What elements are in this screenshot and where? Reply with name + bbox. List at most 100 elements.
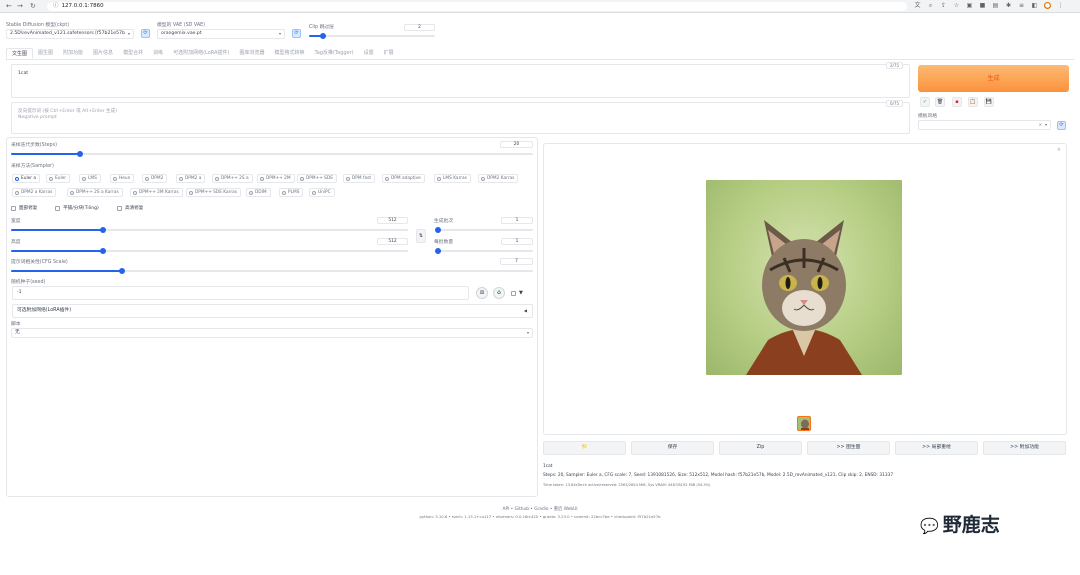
slider-thumb[interactable] bbox=[320, 33, 326, 39]
extension-icon[interactable]: ▣ bbox=[966, 2, 973, 9]
sampler-radio[interactable]: DPM++ 2M Karras bbox=[130, 188, 183, 197]
close-icon[interactable]: × bbox=[1057, 147, 1061, 153]
tiling-checkbox[interactable]: 平铺/分块(Tiling) bbox=[55, 205, 99, 211]
radio-dot[interactable] bbox=[15, 176, 19, 181]
generated-image[interactable] bbox=[706, 180, 902, 375]
slider-thumb[interactable] bbox=[435, 227, 441, 233]
checkpoint-select[interactable]: 2.5D\revAnimated_v121.safetensors [f57b2… bbox=[6, 29, 134, 39]
radio-dot[interactable] bbox=[145, 176, 149, 181]
radio-dot[interactable] bbox=[179, 176, 183, 181]
generate-button[interactable]: 生成 bbox=[918, 65, 1069, 92]
style-select[interactable]: × ▾ bbox=[918, 120, 1051, 130]
send-to-extras-button[interactable]: >> 附加功能 bbox=[983, 441, 1066, 455]
tab-6[interactable]: 可选附加网络(LoRA插件) bbox=[168, 48, 234, 59]
radio-dot[interactable] bbox=[189, 190, 193, 195]
height-number[interactable]: 512 bbox=[377, 238, 408, 245]
batch-count-slider[interactable] bbox=[435, 227, 533, 233]
tab-11[interactable]: 扩展 bbox=[379, 48, 399, 59]
address-bar[interactable]: ⓘ 127.0.0.1:7860 bbox=[47, 2, 907, 11]
extension-icon[interactable]: ▤ bbox=[992, 2, 999, 9]
radio-dot[interactable] bbox=[215, 176, 219, 181]
cfg-number[interactable]: 7 bbox=[500, 258, 533, 265]
tab-9[interactable]: Tag反推(Tagger) bbox=[309, 48, 358, 59]
radio-dot[interactable] bbox=[82, 176, 86, 181]
radio-dot[interactable] bbox=[260, 176, 264, 181]
sampler-radio[interactable]: DPM fast bbox=[343, 174, 376, 183]
gallery-thumbnail[interactable] bbox=[797, 416, 811, 431]
random-seed-button[interactable]: ⚄ bbox=[476, 287, 488, 299]
reuse-seed-button[interactable]: ♻ bbox=[493, 287, 505, 299]
open-folder-button[interactable]: 📁 bbox=[543, 441, 626, 455]
radio-dot[interactable] bbox=[481, 176, 485, 181]
sampler-radio[interactable]: UniPC bbox=[309, 188, 335, 197]
restore-faces-checkbox[interactable]: 面部修复 bbox=[11, 205, 37, 211]
radio-dot[interactable] bbox=[282, 190, 286, 195]
send-to-inpaint-button[interactable]: >> 局部重绘 bbox=[895, 441, 978, 455]
zip-button[interactable]: Zip bbox=[719, 441, 802, 455]
negative-prompt-textarea[interactable]: 反向提示词 (按 Ctrl+Enter 或 Alt+Enter 生成) Nega… bbox=[11, 100, 910, 134]
reload-icon[interactable]: ↻ bbox=[30, 2, 36, 10]
sidebar-icon[interactable]: ◧ bbox=[1031, 2, 1038, 9]
star-icon[interactable]: ☆ bbox=[953, 2, 960, 9]
extra-seed-checkbox[interactable]: ▼ bbox=[511, 290, 523, 296]
steps-number[interactable]: 20 bbox=[500, 141, 533, 148]
tab-7[interactable]: 图库浏览器 bbox=[234, 48, 269, 59]
batch-count-number[interactable]: 1 bbox=[501, 217, 533, 224]
radio-dot[interactable] bbox=[437, 176, 441, 181]
footer-links[interactable]: API • Github • Gradio • 重启 WebUI bbox=[0, 506, 1080, 512]
sampler-radio[interactable]: DPM++ SDE Karras bbox=[186, 188, 241, 197]
read-params-button[interactable]: ✓ bbox=[920, 97, 930, 107]
radio-dot[interactable] bbox=[133, 190, 137, 195]
sampler-radio[interactable]: LMS Karras bbox=[434, 174, 471, 183]
tab-8[interactable]: 模型格式转换 bbox=[269, 48, 309, 59]
seed-input[interactable]: -1 bbox=[12, 286, 469, 300]
radio-dot[interactable] bbox=[346, 176, 350, 181]
checkbox-box[interactable] bbox=[55, 205, 60, 211]
batch-size-number[interactable]: 1 bbox=[501, 238, 533, 245]
sampler-radio[interactable]: DPM2 Karras bbox=[478, 174, 519, 183]
batch-size-slider[interactable] bbox=[435, 248, 533, 254]
slider-thumb[interactable] bbox=[77, 151, 83, 157]
height-slider[interactable] bbox=[11, 248, 408, 254]
tab-3[interactable]: 图片信息 bbox=[88, 48, 118, 59]
clip-skip-slider[interactable] bbox=[309, 33, 435, 39]
sampler-radio[interactable]: LMS bbox=[79, 174, 101, 183]
radio-dot[interactable] bbox=[70, 190, 74, 195]
translate-icon[interactable]: 文 bbox=[914, 2, 921, 9]
slider-thumb[interactable] bbox=[100, 227, 106, 233]
radio-dot[interactable] bbox=[113, 176, 117, 181]
puzzle-icon[interactable]: ✱ bbox=[1005, 2, 1012, 9]
back-arrow-icon[interactable]: ← bbox=[6, 2, 12, 10]
radio-dot[interactable] bbox=[385, 176, 389, 181]
refresh-styles-button[interactable]: ⟳ bbox=[1057, 121, 1066, 130]
sampler-radio[interactable]: DPM++ 2S a bbox=[212, 174, 253, 183]
sampler-radio[interactable]: DDIM bbox=[246, 188, 271, 197]
forward-arrow-icon[interactable]: → bbox=[17, 2, 23, 10]
tab-10[interactable]: 设置 bbox=[359, 48, 379, 59]
clear-prompt-button[interactable]: 🗑 bbox=[935, 97, 945, 107]
hires-fix-checkbox[interactable]: 高清修复 bbox=[117, 205, 143, 211]
width-slider[interactable] bbox=[11, 227, 408, 233]
save-button[interactable]: 保存 bbox=[631, 441, 714, 455]
clip-skip-number[interactable]: 2 bbox=[404, 24, 435, 31]
tab-5[interactable]: 训练 bbox=[148, 48, 168, 59]
clear-icon[interactable]: × bbox=[1039, 121, 1042, 129]
sampler-radio[interactable]: DPM++ 2S a Karras bbox=[67, 188, 123, 197]
checkbox-box[interactable] bbox=[11, 205, 16, 211]
checkbox-box[interactable] bbox=[511, 290, 516, 296]
show-extra-networks-button[interactable]: ▪ bbox=[952, 97, 962, 107]
more-menu-icon[interactable]: ⋮ bbox=[1057, 2, 1064, 9]
share-icon[interactable]: ⇪ bbox=[940, 2, 947, 9]
zoom-icon[interactable]: ⌕ bbox=[927, 2, 934, 9]
refresh-checkpoint-button[interactable]: ⟳ bbox=[141, 29, 150, 38]
send-to-img2img-button[interactable]: >> 图生图 bbox=[807, 441, 890, 455]
radio-dot[interactable] bbox=[300, 176, 304, 181]
cfg-slider[interactable] bbox=[11, 268, 533, 274]
slider-thumb[interactable] bbox=[119, 268, 125, 274]
steps-slider[interactable] bbox=[11, 151, 533, 157]
prompt-textarea[interactable]: 1cat 2/75 bbox=[11, 62, 910, 98]
sampler-radio[interactable]: DPM2 bbox=[142, 174, 168, 183]
slider-thumb[interactable] bbox=[100, 248, 106, 254]
expand-icon[interactable]: ▼ bbox=[519, 290, 523, 296]
tab-4[interactable]: 模型合并 bbox=[118, 48, 148, 59]
